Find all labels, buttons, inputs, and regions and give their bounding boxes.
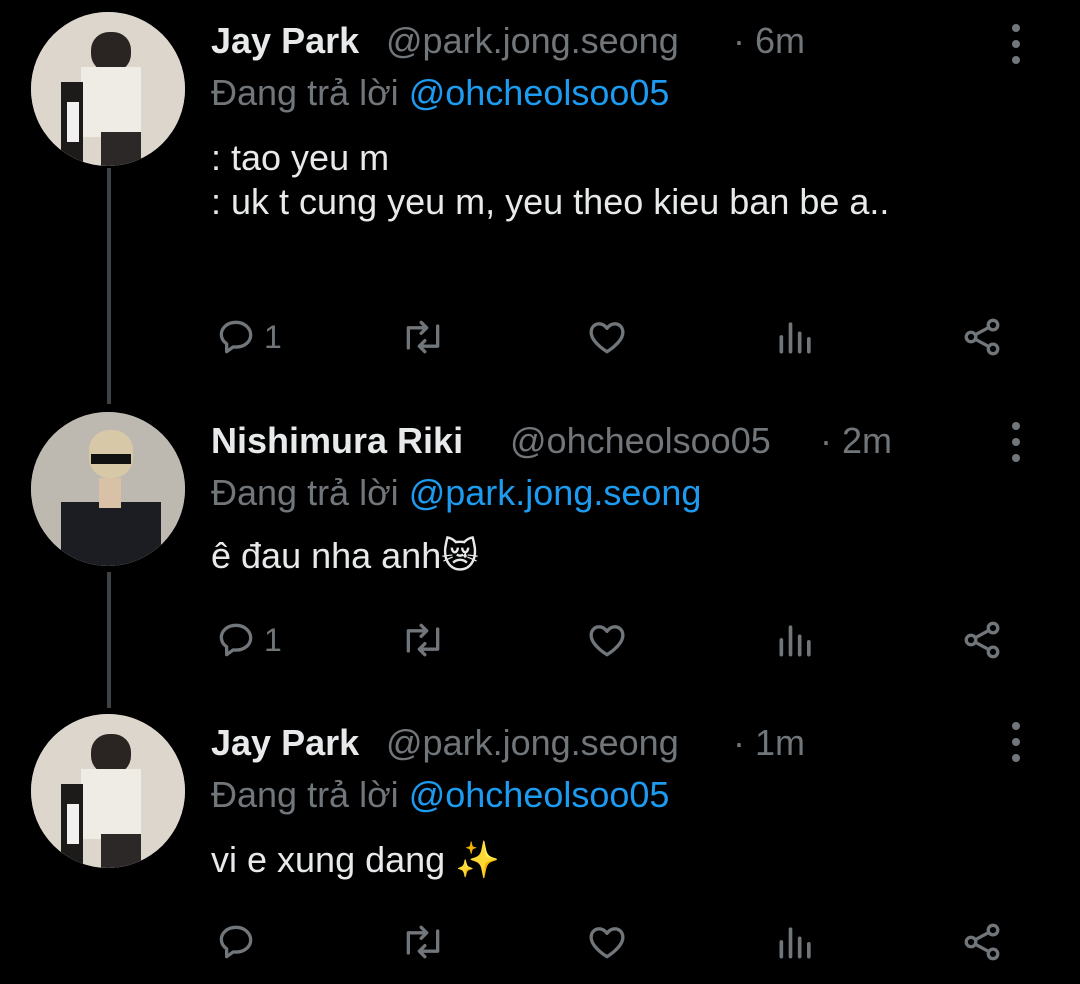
share-button[interactable]: [958, 918, 1006, 966]
timestamp[interactable]: · 1m: [733, 722, 805, 764]
like-button[interactable]: [584, 918, 630, 966]
replying-to-label: Đang trả lời: [211, 774, 399, 815]
views-button[interactable]: [774, 918, 818, 966]
reply-button[interactable]: [214, 918, 264, 966]
reply-icon: [219, 925, 253, 959]
replying-to: Đang trả lời @ohcheolsoo05: [211, 774, 669, 816]
tweet[interactable]: Jay Park @park.jong.seong · 1m Đang trả …: [0, 0, 1080, 984]
mention-link[interactable]: @ohcheolsoo05: [409, 774, 670, 815]
retweet-button[interactable]: [398, 918, 448, 966]
avatar[interactable]: [31, 714, 185, 868]
user-handle[interactable]: @park.jong.seong: [386, 722, 679, 764]
analytics-icon: [779, 927, 811, 959]
tweet-text: vi e xung dang ✨: [211, 839, 501, 880]
display-name[interactable]: Jay Park: [211, 722, 359, 764]
share-icon: [964, 923, 1000, 961]
retweet-icon: [406, 925, 440, 959]
heart-icon: [589, 927, 625, 959]
more-vertical-icon[interactable]: [1004, 722, 1028, 762]
